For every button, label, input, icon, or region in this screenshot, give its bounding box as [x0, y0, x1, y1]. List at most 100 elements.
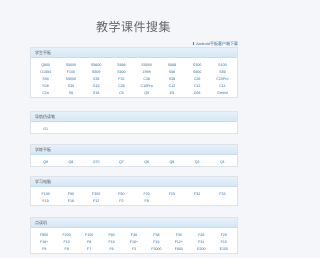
product-link[interactable]: F15: [33, 198, 58, 205]
product-link[interactable]: F8: [55, 246, 77, 253]
product-grid: Q800 S5000 S5600 S666 S5000 S888 S300 S100 G1554…: [31, 58, 237, 97]
product-link[interactable]: F10: [213, 239, 235, 246]
product-link[interactable]: F200: [55, 232, 77, 239]
product-link[interactable]: S5600: [84, 62, 109, 69]
product-link[interactable]: S5000: [134, 62, 159, 69]
product-link[interactable]: S35: [58, 83, 83, 90]
product-link[interactable]: C12: [159, 83, 184, 90]
product-link[interactable]: C12: [185, 83, 210, 90]
product-link[interactable]: E100: [213, 246, 235, 253]
product-link[interactable]: F20: [134, 191, 159, 198]
product-link[interactable]: C20Pro: [210, 76, 235, 83]
product-link[interactable]: F36: [123, 232, 145, 239]
product-link[interactable]: F9: [33, 246, 55, 253]
product-link[interactable]: S300: [185, 62, 210, 69]
product-link[interactable]: S666: [109, 62, 134, 69]
product-link[interactable]: C10Pro: [134, 83, 159, 90]
product-link[interactable]: F20: [213, 232, 235, 239]
section-title: 学习电脑: [31, 177, 237, 187]
product-link[interactable]: Q5: [159, 159, 184, 166]
product-link[interactable]: Q5: [134, 90, 159, 97]
product-link[interactable]: F16: [100, 239, 122, 246]
product-link[interactable]: F3000: [145, 246, 167, 253]
section-title: 学生平板: [31, 48, 237, 58]
product-link[interactable]: S100: [210, 62, 235, 69]
product-link[interactable]: Q8: [58, 159, 83, 166]
product-link[interactable]: S509: [84, 69, 109, 76]
product-link[interactable]: C26: [109, 83, 134, 90]
product-link[interactable]: Q800: [33, 62, 58, 69]
product-link[interactable]: S6: [58, 90, 83, 97]
product-link[interactable]: F600: [168, 246, 190, 253]
product-link[interactable]: S90: [33, 76, 58, 83]
product-link[interactable]: Q7: [109, 159, 134, 166]
product-link[interactable]: F800: [33, 232, 55, 239]
section-practice-tablet: 学练平板 Q8 Q8 G70 Q7 Q6 Q5 Q2 Q1: [30, 144, 238, 167]
product-link[interactable]: Q1: [210, 159, 235, 166]
product-link[interactable]: F100: [33, 191, 58, 198]
product-link[interactable]: Z999: [134, 69, 159, 76]
product-link[interactable]: F33: [210, 191, 235, 198]
product-link[interactable]: G1: [33, 126, 58, 133]
product-link[interactable]: F50: [58, 191, 83, 198]
product-link[interactable]: S35: [84, 76, 109, 83]
product-link[interactable]: F28: [190, 232, 212, 239]
product-link[interactable]: G15: [84, 83, 109, 90]
product-link[interactable]: C11: [210, 83, 235, 90]
product-link[interactable]: E5: [159, 90, 184, 97]
product-link[interactable]: F100: [78, 232, 100, 239]
section-reading-pen: 导航仿读笔 G1: [30, 111, 238, 134]
product-link[interactable]: C5: [109, 90, 134, 97]
product-link[interactable]: F25: [159, 191, 184, 198]
section-student-tablet: 学生平板 Q800 S5000 S5600 S666 S5000 S888 S300 S100…: [30, 47, 238, 98]
product-link[interactable]: E200: [190, 246, 212, 253]
product-link[interactable]: S38: [159, 76, 184, 83]
product-link[interactable]: F100: [58, 69, 83, 76]
product-link[interactable]: C36: [134, 76, 159, 83]
product-link[interactable]: S600: [185, 69, 210, 76]
product-link[interactable]: S5000: [58, 76, 83, 83]
product-link[interactable]: F8: [134, 198, 159, 205]
product-link[interactable]: Q8: [33, 159, 58, 166]
product-link[interactable]: F11: [190, 239, 212, 246]
product-link[interactable]: F2: [109, 198, 134, 205]
product-link[interactable]: Greenl: [210, 90, 235, 97]
product-link[interactable]: F16+: [123, 239, 145, 246]
product-link[interactable]: D26: [185, 90, 210, 97]
product-link[interactable]: F12+: [168, 239, 190, 246]
product-link[interactable]: S26: [33, 83, 58, 90]
product-link[interactable]: C16: [33, 90, 58, 97]
product-grid: Q8 Q8 G70 Q7 Q6 Q5 Q2 Q1: [31, 155, 237, 166]
product-link[interactable]: Q6: [134, 159, 159, 166]
product-link[interactable]: Q2: [185, 159, 210, 166]
product-link[interactable]: S888: [159, 62, 184, 69]
product-link[interactable]: S56: [159, 69, 184, 76]
product-link[interactable]: F3: [123, 246, 145, 253]
product-link[interactable]: G1554: [33, 69, 58, 76]
product-link[interactable]: G70: [84, 159, 109, 166]
product-link[interactable]: F16: [58, 198, 83, 205]
product-link[interactable]: F32: [185, 191, 210, 198]
product-link[interactable]: F12: [84, 198, 109, 205]
product-link[interactable]: F300: [84, 191, 109, 198]
product-link[interactable]: F8: [78, 239, 100, 246]
product-grid: F100 F50 F300 F50 F20 F25 F32 F33 F15 F16 F12 F2 F8: [31, 187, 237, 205]
product-link[interactable]: F30: [168, 232, 190, 239]
product-link[interactable]: F16: [145, 239, 167, 246]
product-link[interactable]: F38: [145, 232, 167, 239]
android-download-link[interactable]: ⬇Android平板客户端下载: [192, 41, 238, 46]
product-link[interactable]: C26: [185, 76, 210, 83]
product-link[interactable]: F10: [55, 239, 77, 246]
product-link[interactable]: S16: [84, 90, 109, 97]
product-link[interactable]: S500: [109, 69, 134, 76]
product-link[interactable]: F16+: [33, 239, 55, 246]
product-link[interactable]: F7: [78, 246, 100, 253]
section-title: 学练平板: [31, 145, 237, 155]
product-link[interactable]: F32: [109, 76, 134, 83]
product-link[interactable]: F50: [109, 191, 134, 198]
product-link[interactable]: S5000: [58, 62, 83, 69]
product-link[interactable]: F6: [100, 246, 122, 253]
product-link[interactable]: S56: [210, 69, 235, 76]
section-title: 导航仿读笔: [31, 112, 237, 122]
product-link[interactable]: F60: [100, 232, 122, 239]
